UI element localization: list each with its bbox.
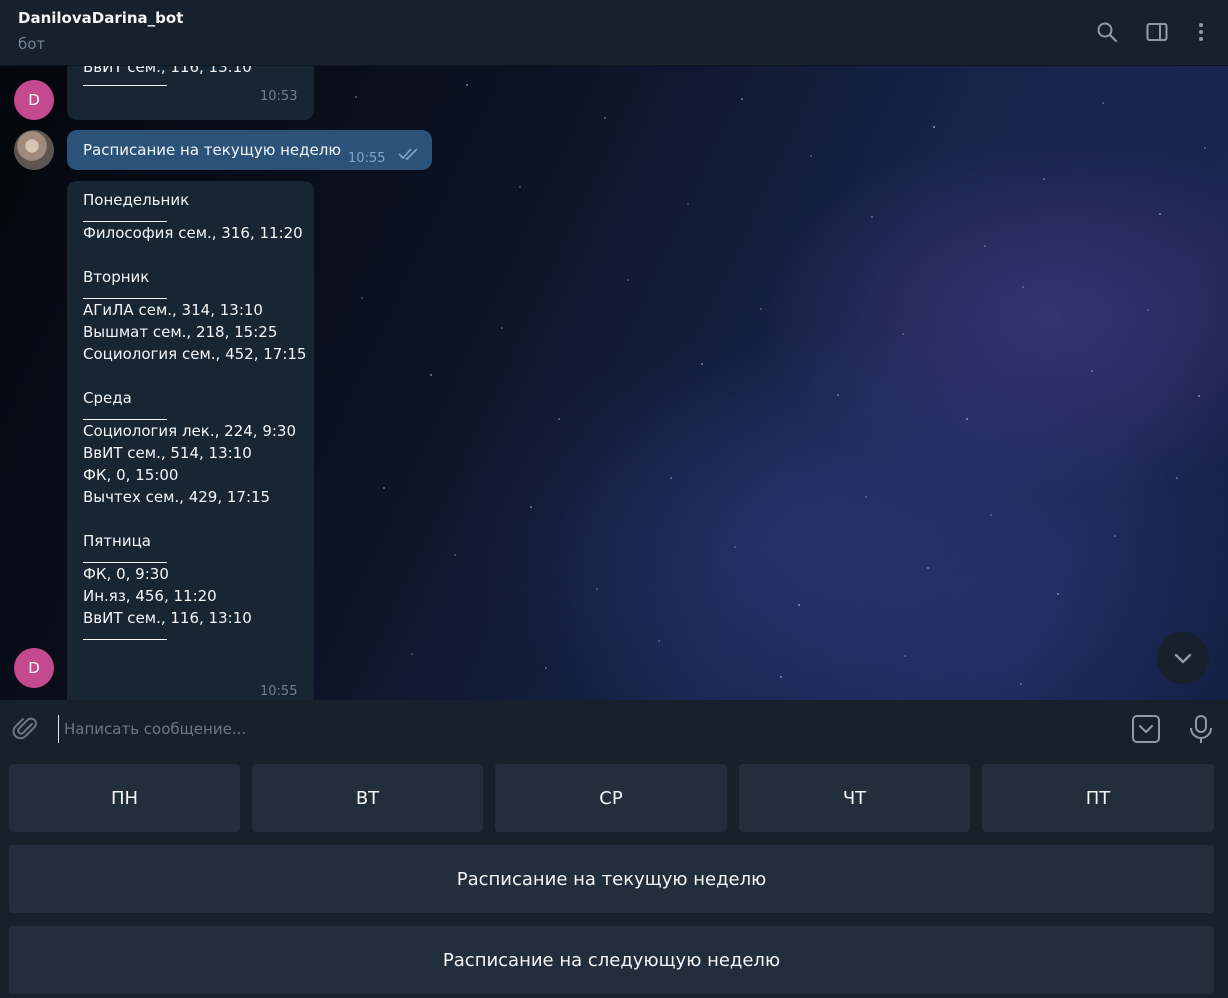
message-composer [0,700,1228,756]
avatar[interactable] [14,130,54,170]
keyboard-button-thu[interactable]: ЧТ [739,764,970,832]
message-input[interactable] [58,715,1108,743]
divider-line [83,85,167,86]
chat-subtitle: бот [18,35,46,53]
more-vertical-icon[interactable] [1189,20,1213,44]
keyboard-button-current-week[interactable]: Расписание на текущую неделю [9,845,1214,913]
schedule-item: ВвИТ сем., 116, 13:10 [83,609,252,627]
keyboard-button-next-week[interactable]: Расписание на следующую неделю [9,926,1214,994]
schedule-item: Вышмат сем., 218, 15:25 [83,323,278,341]
message-time: 10:53 [260,89,298,104]
microphone-icon[interactable] [1188,714,1214,744]
divider-line [83,639,167,640]
bot-keyboard: ПН ВТ СР ЧТ ПТ Расписание на текущую нед… [0,756,1228,998]
schedule-item: ФК, 0, 9:30 [83,565,169,583]
schedule-item: АГиЛА сем., 314, 13:10 [83,301,263,319]
schedule-item: Социология лек., 224, 9:30 [83,422,297,440]
message-time: 10:55 [348,151,386,166]
scroll-down-button[interactable] [1157,632,1209,684]
schedule-item: Ин.яз, 456, 11:20 [83,587,217,605]
keyboard-button-wed[interactable]: СР [495,764,727,832]
avatar[interactable]: D [14,648,54,688]
message-bubble[interactable]: Понедельник Философия сем., 316, 11:20 В… [67,181,314,700]
chat-title[interactable]: DanilovaDarina_bot [18,9,183,27]
keyboard-button-tue[interactable]: ВТ [252,764,483,832]
chat-header: DanilovaDarina_bot бот [0,0,1228,66]
schedule-item: Вычтех сем., 429, 17:15 [83,488,271,506]
chevron-down-icon [1174,653,1192,664]
message-bubble[interactable]: ВвИТ сем., 116, 13:10 10:53 [67,66,314,120]
day-heading: Пятница [83,532,151,550]
bot-keyboard-icon[interactable] [1131,714,1161,744]
chat-history[interactable]: ВвИТ сем., 116, 13:10 10:53 D Расписание… [0,66,1228,700]
schedule-item: ФК, 0, 15:00 [83,466,179,484]
day-heading: Среда [83,389,132,407]
day-heading: Понедельник [83,191,190,209]
message-bubble-outgoing[interactable]: Расписание на текущую неделю 10:55 [67,130,432,170]
avatar[interactable]: D [14,80,54,120]
keyboard-button-mon[interactable]: ПН [9,764,240,832]
message-time: 10:55 [260,684,298,699]
sidebar-toggle-icon[interactable] [1145,20,1169,44]
day-heading: Вторник [83,268,150,286]
message-text: Расписание на текущую неделю [83,141,341,159]
schedule-item: Социология сем., 452, 17:15 [83,345,307,363]
search-icon[interactable] [1095,20,1119,44]
schedule-item: ВвИТ сем., 514, 13:10 [83,444,252,462]
paperclip-icon[interactable] [12,715,40,743]
schedule-item: Философия сем., 316, 11:20 [83,224,303,242]
message-line: ВвИТ сем., 116, 13:10 [83,66,252,76]
keyboard-button-fri[interactable]: ПТ [982,764,1214,832]
double-check-icon [398,148,418,161]
